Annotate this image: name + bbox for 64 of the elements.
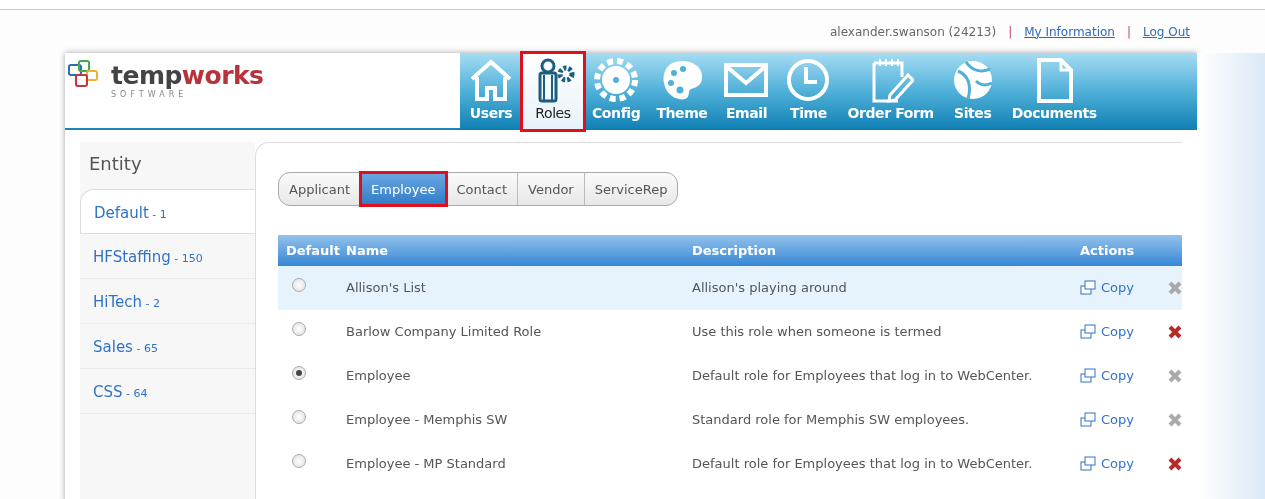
nav-tab[interactable]: Config [584, 53, 649, 130]
house-icon [468, 57, 514, 103]
copy-link[interactable]: Copy [1080, 322, 1134, 342]
nav-tab[interactable]: Email [715, 53, 778, 130]
copy-icon [1080, 456, 1097, 472]
nav-tab[interactable]: Theme [648, 53, 716, 130]
copy-icon [1080, 368, 1097, 384]
entity-tab[interactable]: ServiceRep [584, 173, 678, 205]
logo-tagline: SOFTWARE [111, 91, 189, 99]
role-name: Employee - MP Standard [346, 456, 506, 472]
table-row[interactable]: Allison's List Allison's playing around Copy [278, 266, 1182, 310]
role-name: Employee [346, 368, 411, 384]
delete-icon[interactable] [1168, 325, 1182, 339]
role-description: Allison's playing around [692, 280, 847, 296]
role-name: Barlow Company Limited Role [346, 324, 542, 340]
entity-tab[interactable]: Employee [361, 173, 447, 205]
sidebar-title: Entity [88, 152, 143, 176]
role-name: Allison's List [346, 280, 426, 296]
separator: | [1126, 23, 1131, 41]
entity-tab[interactable]: Contact [446, 173, 519, 205]
role-description: Default role for Employees that log in to WebCenter. [692, 368, 1033, 384]
column-header: Description [692, 241, 778, 260]
user-link[interactable]: Log Out [1143, 22, 1190, 41]
table-row[interactable]: Employee - Memphis SW Standard role for Memphis SW employees. Copy [278, 398, 1182, 442]
copy-link[interactable]: Copy [1080, 410, 1134, 430]
default-radio[interactable] [292, 410, 306, 424]
nav-tab[interactable]: Time [777, 53, 840, 130]
table-row[interactable]: Employee Default role for Employees that log in to WebCenter. Copy [278, 354, 1182, 398]
entity-tab[interactable]: Vendor [518, 173, 585, 205]
separator: | [1008, 23, 1013, 41]
column-header: Actions [1079, 241, 1136, 260]
default-radio[interactable] [292, 454, 306, 468]
nav-tab[interactable]: Order Form [839, 53, 942, 130]
table-row[interactable]: Barlow Company Limited Role Use this role when someone is termed Copy [278, 310, 1182, 354]
role-description: Default role for Employees that log in to WebCenter. [692, 456, 1033, 472]
copy-icon [1080, 412, 1097, 428]
copy-icon [1080, 280, 1097, 296]
role-description: Standard role for Memphis SW employees. [692, 412, 970, 428]
nav-tab[interactable]: Roles [522, 53, 584, 130]
nav-tab[interactable]: Sites [941, 53, 1004, 130]
copy-link[interactable]: Copy [1080, 366, 1134, 386]
sidebar-item[interactable]: Default - 1 [80, 189, 255, 234]
gear-icon [593, 57, 640, 103]
delete-icon[interactable] [1168, 457, 1182, 471]
sidebar-item[interactable]: HiTech - 2 [80, 279, 255, 324]
clock-icon [785, 57, 832, 103]
sidebar-item[interactable]: Sales - 65 [80, 324, 255, 369]
nav-tab[interactable]: Users [460, 53, 522, 130]
role-description: Use this role when someone is termed [692, 324, 942, 340]
default-radio[interactable] [292, 278, 306, 292]
table-row[interactable]: Employee - MP Standard Default role for Employees that log in to WebCenter. Copy [278, 442, 1182, 486]
column-header: Default [285, 241, 341, 260]
default-radio[interactable] [292, 366, 306, 380]
sidebar-item[interactable]: CSS - 64 [80, 369, 255, 414]
role-name: Employee - Memphis SW [346, 412, 508, 428]
user-name: alexander.swanson (24213) [830, 23, 997, 41]
copy-link[interactable]: Copy [1080, 278, 1134, 298]
copy-link[interactable]: Copy [1080, 454, 1134, 474]
column-header: Name [346, 241, 389, 260]
nav-tab[interactable]: Documents [1003, 53, 1105, 130]
default-radio[interactable] [292, 322, 306, 336]
user-link[interactable]: My Information [1024, 22, 1115, 41]
copy-icon [1080, 324, 1097, 340]
sidebar-item[interactable]: HFStaffing - 150 [80, 234, 255, 279]
